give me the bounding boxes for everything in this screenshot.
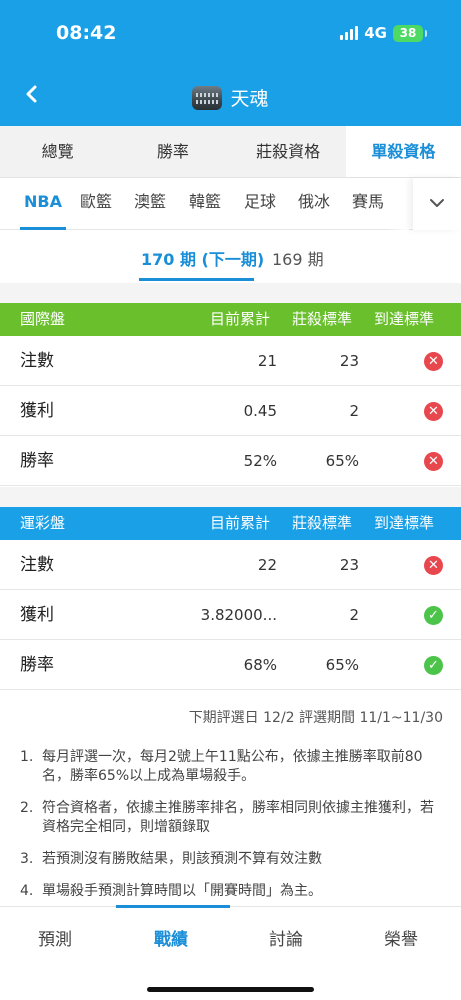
note-text: 符合資格者，依據主推勝率排名，勝率相同則依據主推獲利，若資格完全相同，則增額錄取 bbox=[42, 800, 434, 835]
note-number: 3. bbox=[20, 851, 34, 867]
table-row: 獲利 3.82000... 2 ✓ bbox=[0, 590, 461, 640]
list-item: 2. 符合資格者，依據主推勝率排名，勝率相同則依據主推獲利，若資格完全相同，則增… bbox=[20, 799, 445, 837]
league-selector: NBA 歐籃 澳籃 韓籃 足球 俄冰 賽馬 bbox=[0, 178, 461, 230]
rules-list: 1. 每月評選一次，每月2號上午11點公布，依據主推勝率取前80名，勝率65%以… bbox=[20, 748, 445, 914]
column-reached: 到達標準 bbox=[374, 514, 435, 532]
league-russia-hockey[interactable]: 俄冰 bbox=[298, 178, 330, 230]
league-nba[interactable]: NBA bbox=[20, 178, 66, 230]
battery-level: 38 bbox=[399, 25, 417, 40]
league-horse-racing[interactable]: 賽馬 bbox=[352, 178, 384, 230]
app-header: 08:42 4G 38 天魂 bbox=[0, 0, 461, 126]
period-selector: 170 期 (下一期) 169 期 bbox=[0, 230, 461, 282]
league-aus-basketball[interactable]: 澳籃 bbox=[134, 178, 166, 230]
row-label: 勝率 bbox=[20, 655, 54, 675]
row-standard: 23 bbox=[339, 556, 359, 574]
nav-predict[interactable]: 預測 bbox=[38, 925, 72, 950]
pass-check-icon: ✓ bbox=[424, 606, 443, 625]
note-number: 4. bbox=[20, 883, 34, 899]
tab-house-kill[interactable]: 莊殺資格 bbox=[231, 126, 346, 177]
row-label: 獲利 bbox=[20, 605, 54, 625]
note-text: 每月評選一次，每月2號上午11點公布，依據主推勝率取前80名，勝率65%以上成為… bbox=[42, 749, 423, 784]
period-active-indicator bbox=[139, 278, 254, 281]
nav-honors[interactable]: 榮譽 bbox=[384, 925, 418, 950]
row-current: 22 bbox=[257, 556, 277, 574]
title-text: 天魂 bbox=[230, 88, 269, 110]
tab-single-kill[interactable]: 單殺資格 bbox=[345, 126, 461, 177]
row-current: 68% bbox=[243, 656, 277, 674]
international-odds-table: 國際盤 目前累計 莊殺標準 到達標準 注數 21 23 ✕ 獲利 0.45 2 … bbox=[0, 303, 461, 486]
table-row: 注數 21 23 ✕ bbox=[0, 336, 461, 386]
nav-record[interactable]: 戰績 bbox=[154, 925, 188, 950]
note-text: 單場殺手預測計算時間以「開賽時間」為主。 bbox=[42, 883, 322, 899]
fail-x-icon: ✕ bbox=[424, 452, 443, 471]
status-indicators: 4G 38 bbox=[340, 24, 427, 42]
row-current: 3.82000... bbox=[200, 606, 277, 624]
table-header: 運彩盤 目前累計 莊殺標準 到達標準 bbox=[0, 507, 461, 540]
league-more-button[interactable] bbox=[413, 178, 461, 230]
note-text: 若預測沒有勝敗結果，則該預測不算有效注數 bbox=[42, 851, 322, 867]
table-row: 獲利 0.45 2 ✕ bbox=[0, 386, 461, 436]
pass-check-icon: ✓ bbox=[424, 656, 443, 675]
row-standard: 65% bbox=[325, 452, 359, 470]
row-standard: 23 bbox=[339, 352, 359, 370]
league-euro-basketball[interactable]: 歐籃 bbox=[80, 178, 112, 230]
avatar bbox=[192, 85, 223, 110]
table-row: 勝率 52% 65% ✕ bbox=[0, 436, 461, 486]
list-item: 1. 每月評選一次，每月2號上午11點公布，依據主推勝率取前80名，勝率65%以… bbox=[20, 748, 445, 786]
table-title: 運彩盤 bbox=[20, 514, 66, 532]
column-current: 目前累計 bbox=[210, 514, 271, 532]
evaluation-period: 下期評選日 12/2 評選期間 11/1~11/30 bbox=[188, 710, 443, 726]
row-label: 注數 bbox=[20, 351, 54, 371]
column-standard: 莊殺標準 bbox=[292, 514, 353, 532]
row-standard: 2 bbox=[349, 606, 359, 624]
league-kor-basketball[interactable]: 韓籃 bbox=[189, 178, 221, 230]
table-title: 國際盤 bbox=[20, 310, 66, 328]
period-previous[interactable]: 169 期 bbox=[272, 246, 324, 270]
table-header: 國際盤 目前累計 莊殺標準 到達標準 bbox=[0, 303, 461, 336]
list-item: 4. 單場殺手預測計算時間以「開賽時間」為主。 bbox=[20, 882, 445, 901]
signal-icon bbox=[340, 26, 359, 40]
nav-discussion[interactable]: 討論 bbox=[269, 925, 303, 950]
battery-icon: 38 bbox=[393, 24, 427, 42]
tab-overview[interactable]: 總覽 bbox=[0, 126, 115, 177]
column-reached: 到達標準 bbox=[374, 310, 435, 328]
league-football[interactable]: 足球 bbox=[244, 178, 276, 230]
fail-x-icon: ✕ bbox=[424, 402, 443, 421]
nav-active-indicator bbox=[116, 905, 230, 908]
row-standard: 65% bbox=[325, 656, 359, 674]
tab-win-rate[interactable]: 勝率 bbox=[115, 126, 230, 177]
table-row: 勝率 68% 65% ✓ bbox=[0, 640, 461, 690]
column-standard: 莊殺標準 bbox=[292, 310, 353, 328]
row-label: 注數 bbox=[20, 555, 54, 575]
sports-lottery-table: 運彩盤 目前累計 莊殺標準 到達標準 注數 22 23 ✕ 獲利 3.82000… bbox=[0, 507, 461, 690]
bottom-nav: 預測 戰績 討論 榮譽 bbox=[0, 905, 461, 1000]
list-item: 3. 若預測沒有勝敗結果，則該預測不算有效注數 bbox=[20, 850, 445, 869]
tab-bar: 總覽 勝率 莊殺資格 單殺資格 bbox=[0, 126, 461, 178]
chevron-down-icon bbox=[430, 199, 444, 207]
row-current: 0.45 bbox=[243, 402, 277, 420]
table-row: 注數 22 23 ✕ bbox=[0, 540, 461, 590]
status-time: 08:42 bbox=[56, 22, 117, 44]
row-standard: 2 bbox=[349, 402, 359, 420]
row-current: 52% bbox=[243, 452, 277, 470]
row-current: 21 bbox=[257, 352, 277, 370]
column-current: 目前累計 bbox=[210, 310, 271, 328]
fail-x-icon: ✕ bbox=[424, 556, 443, 575]
row-label: 勝率 bbox=[20, 451, 54, 471]
row-label: 獲利 bbox=[20, 401, 54, 421]
note-number: 2. bbox=[20, 800, 34, 816]
network-type: 4G bbox=[364, 24, 387, 42]
fail-x-icon: ✕ bbox=[424, 352, 443, 371]
note-number: 1. bbox=[20, 749, 34, 765]
period-current[interactable]: 170 期 (下一期) bbox=[141, 246, 264, 270]
page-title: 天魂 bbox=[0, 84, 461, 111]
home-indicator bbox=[147, 987, 314, 992]
